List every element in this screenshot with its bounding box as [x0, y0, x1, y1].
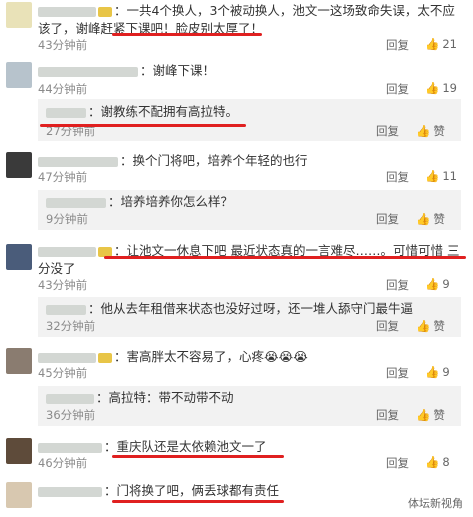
- avatar[interactable]: [6, 152, 32, 178]
- like-button[interactable]: 👍 21: [425, 37, 457, 51]
- reply-button[interactable]: 回复: [376, 407, 399, 423]
- comment-body: ：高拉特：带不动带不动: [96, 390, 234, 405]
- thumbs-up-icon: 👍: [425, 365, 440, 379]
- timestamp: 36分钟前: [46, 408, 96, 422]
- reply-button[interactable]: 回复: [376, 318, 399, 334]
- sub-comment: ：谢教练不配拥有高拉特。 27分钟前 回复 👍 赞: [38, 99, 461, 141]
- comment-body: ：谢峰下课！: [140, 63, 216, 78]
- reply-button[interactable]: 回复: [386, 455, 409, 471]
- timestamp: 32分钟前: [46, 319, 96, 333]
- red-underline: [104, 256, 466, 259]
- thumbs-up-icon: 👍: [425, 277, 440, 291]
- comment-body: ：重庆队还是太依赖池文一了: [104, 439, 267, 454]
- comment-text: ：门将换了吧，俩丢球都有责任: [38, 482, 463, 500]
- like-button[interactable]: 👍 8: [425, 455, 450, 469]
- avatar[interactable]: [6, 348, 32, 374]
- comment-text: ：高拉特：带不动带不动: [46, 389, 453, 407]
- reply-button[interactable]: 回复: [376, 211, 399, 227]
- timestamp: 45分钟前: [38, 366, 88, 380]
- comment: ：重庆队还是太依赖池文一了 46分钟前 回复 👍 8: [0, 438, 473, 478]
- red-underline: [112, 33, 262, 36]
- avatar[interactable]: [6, 244, 32, 270]
- like-button[interactable]: 👍 19: [425, 81, 457, 95]
- comment-text: ：换个门将吧，培养个年轻的也行: [38, 152, 463, 170]
- avatar[interactable]: [6, 2, 32, 28]
- timestamp: 43分钟前: [38, 278, 88, 292]
- comment-body: ：门将换了吧，俩丢球都有责任: [104, 483, 280, 498]
- comment-text: ：培养培养你怎么样？: [46, 193, 453, 211]
- like-button[interactable]: 👍 赞: [416, 123, 445, 139]
- like-button[interactable]: 👍 赞: [416, 318, 445, 334]
- reply-button[interactable]: 回复: [376, 123, 399, 139]
- timestamp: 9分钟前: [46, 212, 88, 226]
- reply-button[interactable]: 回复: [386, 37, 409, 53]
- comment-text: ：害高胖太不容易了，心疼😭😭😭: [38, 348, 463, 366]
- timestamp: 43分钟前: [38, 38, 88, 52]
- thumbs-up-icon: 👍: [425, 37, 440, 51]
- thumbs-up-icon: 👍: [416, 408, 431, 422]
- comment: ：换个门将吧，培养个年轻的也行 47分钟前 回复 👍 11: [0, 152, 473, 192]
- comment-text: ：重庆队还是太依赖池文一了: [38, 438, 463, 456]
- reply-button[interactable]: 回复: [386, 277, 409, 293]
- comment-body: ：谢教练不配拥有高拉特。: [88, 104, 239, 119]
- timestamp: 44分钟前: [38, 82, 88, 96]
- comment-text: ：谢教练不配拥有高拉特。: [46, 103, 453, 121]
- avatar[interactable]: [6, 482, 32, 508]
- reply-button[interactable]: 回复: [386, 365, 409, 381]
- timestamp: 47分钟前: [38, 170, 88, 184]
- reply-button[interactable]: 回复: [386, 81, 409, 97]
- like-button[interactable]: 👍 赞: [416, 211, 445, 227]
- like-button[interactable]: 👍 赞: [416, 407, 445, 423]
- sub-comment: ：他从去年租借来状态也没好过呀，还一堆人舔守门最牛逼 32分钟前 回复 👍 赞: [38, 297, 461, 337]
- comment-text: ：谢峰下课！: [38, 62, 463, 80]
- watermark: 体坛新视角: [408, 497, 463, 510]
- comment-text: ：让池文一休息下吧 最近状态真的一言难尽……。可惜可惜 三分没了: [38, 242, 463, 278]
- thumbs-up-icon: 👍: [425, 455, 440, 469]
- like-button[interactable]: 👍 9: [425, 365, 450, 379]
- thumbs-up-icon: 👍: [425, 81, 440, 95]
- comment-body: ：换个门将吧，培养个年轻的也行: [120, 153, 308, 168]
- reply-button[interactable]: 回复: [386, 169, 409, 185]
- timestamp: 46分钟前: [38, 456, 88, 470]
- red-underline: [112, 500, 284, 503]
- thumbs-up-icon: 👍: [425, 169, 440, 183]
- comment: ：让池文一休息下吧 最近状态真的一言难尽……。可惜可惜 三分没了 43分钟前 回…: [0, 242, 473, 296]
- comment-body: ：培养培养你怎么样？: [108, 194, 234, 209]
- thumbs-up-icon: 👍: [416, 319, 431, 333]
- red-underline: [112, 455, 284, 458]
- sub-comment: ：培养培养你怎么样？ 9分钟前 回复 👍 赞: [38, 190, 461, 230]
- like-button[interactable]: 👍 11: [425, 169, 457, 183]
- avatar[interactable]: [6, 438, 32, 464]
- like-button[interactable]: 👍 9: [425, 277, 450, 291]
- comment-body: ：害高胖太不容易了，心疼😭😭😭: [114, 349, 308, 364]
- red-underline: [40, 124, 246, 127]
- thumbs-up-icon: 👍: [416, 124, 431, 138]
- sub-comment: ：高拉特：带不动带不动 36分钟前 回复 👍 赞: [38, 386, 461, 426]
- comment: ：害高胖太不容易了，心疼😭😭😭 45分钟前 回复 👍 9: [0, 348, 473, 388]
- comment-text: ：他从去年租借来状态也没好过呀，还一堆人舔守门最牛逼: [46, 300, 453, 318]
- comment-body: ：他从去年租借来状态也没好过呀，还一堆人舔守门最牛逼: [88, 301, 414, 316]
- comment: ：一共4个换人，3个被动换人，池文一这场致命失误，太不应该了，谢峰赶紧下课吧！脸…: [0, 0, 473, 56]
- avatar[interactable]: [6, 62, 32, 88]
- thumbs-up-icon: 👍: [416, 212, 431, 226]
